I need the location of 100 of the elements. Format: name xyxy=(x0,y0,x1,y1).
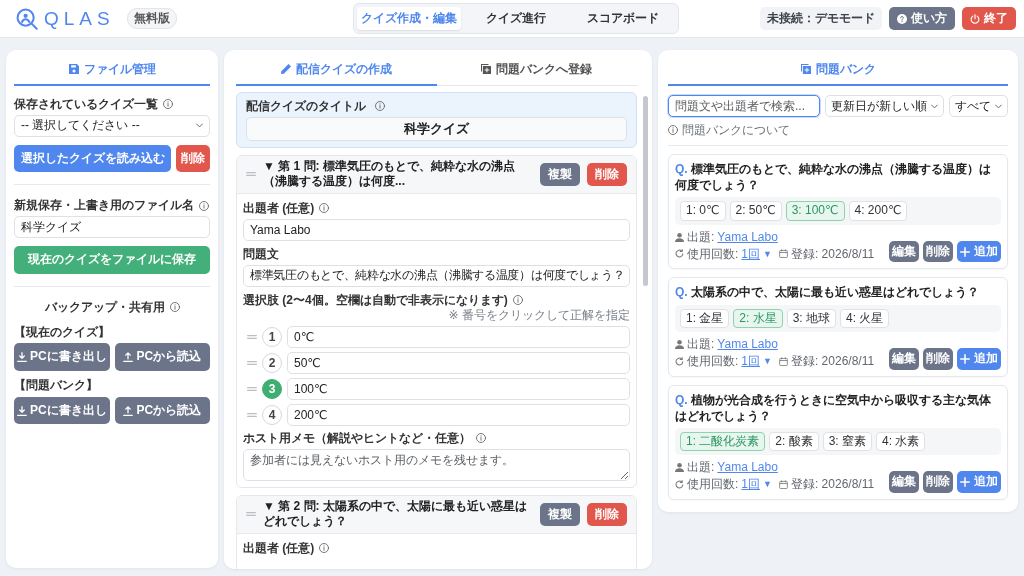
delete-button[interactable]: 削除 xyxy=(176,144,210,173)
author-label: 出題: xyxy=(687,228,715,246)
person-icon xyxy=(675,232,684,242)
usage-dropdown-caret[interactable]: ▼ xyxy=(763,247,772,261)
usage-dropdown-caret[interactable]: ▼ xyxy=(763,354,772,368)
registered-date: 登録: 2026/8/11 xyxy=(790,245,875,263)
person-icon xyxy=(675,463,684,473)
editor-tab[interactable]: 配信クイズの作成 xyxy=(236,60,437,86)
mode-tab[interactable]: クイズ進行 xyxy=(464,6,568,31)
question-bank-tab[interactable]: 問題バンク xyxy=(668,60,1008,86)
add-button[interactable]: 追加 xyxy=(957,471,1001,493)
duplicate-button[interactable]: 複製 xyxy=(540,162,580,187)
refresh-icon xyxy=(675,480,684,489)
choice-chip: 1: 金星 xyxy=(680,308,730,328)
author-input[interactable]: Yama Labo xyxy=(243,218,630,241)
chevron-down-icon xyxy=(196,123,203,129)
edit-button[interactable]: 編集 xyxy=(889,240,919,263)
author-link[interactable]: Yama Labo xyxy=(717,228,778,246)
bank-question: Q. 植物が光合成を行うときに空気中から吸収する主な気体はどれでしょう？ xyxy=(675,391,992,424)
registered-date: 登録: 2026/8/11 xyxy=(790,352,875,370)
bank-question: Q. 標準気圧のもとで、純粋な水の沸点（沸騰する温度）は何度でしょう？ xyxy=(675,161,992,194)
exit-button[interactable]: 終了 xyxy=(962,6,1016,31)
edit-button[interactable]: 編集 xyxy=(889,347,919,370)
field-label: 問題文 xyxy=(243,245,279,263)
add-button[interactable]: 追加 xyxy=(957,347,1001,370)
quiz-select[interactable]: -- 選択してください -- xyxy=(14,114,210,137)
chevron-down-icon xyxy=(931,103,938,109)
field-label: 出題者 (任意) xyxy=(243,539,315,557)
field-label: 配信クイズのタイトル xyxy=(246,98,366,115)
choice-chip: 1: 0℃ xyxy=(680,201,726,221)
usage-count-link[interactable]: 1回 xyxy=(741,352,761,370)
author-link[interactable]: Yama Labo xyxy=(717,459,778,477)
question-text-input[interactable]: 標準気圧のもとで、純粋な水の沸点（沸騰する温度）は何度でしょう？ xyxy=(243,264,630,287)
mode-tab[interactable]: スコアボード xyxy=(571,6,675,31)
usage-count-link[interactable]: 1回 xyxy=(741,245,761,263)
delete-button[interactable]: 削除 xyxy=(587,162,627,187)
save-to-file-button[interactable]: 現在のクイズをファイルに保存 xyxy=(14,246,210,274)
filter-select[interactable]: すべて xyxy=(949,95,1008,117)
drag-handle-icon[interactable] xyxy=(246,512,256,517)
drag-handle-icon[interactable] xyxy=(247,334,257,339)
question-title[interactable]: ▼ 第 1 問: 標準気圧のもとで、純粋な水の沸点（沸騰する温度）は何度... xyxy=(263,158,533,190)
choice-number-button[interactable]: 2 xyxy=(262,352,282,373)
choice-chip: 2: 水星 xyxy=(733,308,783,328)
calendar-icon xyxy=(778,356,788,366)
mode-tab[interactable]: クイズ作成・編集 xyxy=(357,6,461,31)
search-input[interactable]: 問題文や出題者で検索... xyxy=(668,95,820,117)
delete-button[interactable]: 削除 xyxy=(923,240,953,263)
question-title[interactable]: ▼ 第 2 問: 太陽系の中で、太陽に最も近い惑星はどれでしょう？ xyxy=(263,498,533,530)
choice-chip: 3: 地球 xyxy=(786,308,837,328)
edit-button[interactable]: 編集 xyxy=(889,471,919,493)
editor-tab[interactable]: 問題バンクへ登録 xyxy=(436,60,637,86)
choice-chip: 1: 二酸化炭素 xyxy=(680,431,766,452)
choice-input[interactable]: 100℃ xyxy=(287,377,630,400)
choice-input[interactable]: 0℃ xyxy=(287,325,630,348)
filename-input[interactable]: 科学クイズ xyxy=(14,216,210,239)
drag-handle-icon[interactable] xyxy=(247,412,257,417)
chevron-down-icon xyxy=(995,103,1002,109)
field-label: ホスト用メモ（解説やヒントなど・任意） xyxy=(243,429,471,447)
refresh-icon xyxy=(675,356,684,366)
section-label: 【現在のクイズ】 xyxy=(14,323,111,341)
add-button[interactable]: 追加 xyxy=(957,240,1001,263)
calendar-icon xyxy=(778,249,788,259)
choice-input[interactable]: 50℃ xyxy=(287,351,630,374)
magnifier-logo-icon xyxy=(16,7,38,30)
usage-label: 使用回数: xyxy=(687,352,739,370)
delete-button[interactable]: 削除 xyxy=(587,502,627,527)
author-label: 出題: xyxy=(687,335,715,353)
drag-handle-icon[interactable] xyxy=(246,172,256,177)
usage-count-link[interactable]: 1回 xyxy=(741,476,761,493)
author-link[interactable]: Yama Labo xyxy=(717,335,778,353)
choice-number-button[interactable]: 1 xyxy=(262,326,282,347)
memo-textarea[interactable]: 参加者には見えないホスト用のメモを残せます。 xyxy=(243,448,630,481)
choice-number-button[interactable]: 4 xyxy=(262,404,282,425)
scrollbar-thumb[interactable] xyxy=(643,96,648,286)
choice-chip: 4: 200℃ xyxy=(848,201,908,221)
plan-badge: 無料版 xyxy=(126,8,177,29)
help-button[interactable]: 使い方 xyxy=(889,6,955,31)
drag-handle-icon[interactable] xyxy=(247,386,257,391)
delete-button[interactable]: 削除 xyxy=(923,347,953,370)
load-quiz-button[interactable]: 選択したクイズを読み込む xyxy=(14,144,171,173)
import-from-pc-button[interactable]: PCから読込 xyxy=(114,343,210,371)
choice-number-button[interactable]: 3 xyxy=(262,378,282,399)
upload-icon xyxy=(123,352,134,363)
info-icon xyxy=(199,200,209,211)
info-icon xyxy=(319,543,330,554)
sort-select[interactable]: 更新日が新しい順 xyxy=(825,95,944,117)
export-to-pc-button[interactable]: PCに書き出し xyxy=(14,343,110,371)
logo-text: QLAS xyxy=(44,9,115,28)
quiz-title-input[interactable]: 科学クイズ xyxy=(246,116,627,141)
about-link[interactable]: 問題バンクについて xyxy=(682,121,790,139)
import-from-pc-button[interactable]: PCから読込 xyxy=(114,396,210,425)
choice-chip: 4: 水素 xyxy=(876,431,926,452)
file-tab[interactable]: ファイル管理 xyxy=(14,60,210,86)
duplicate-button[interactable]: 複製 xyxy=(540,502,580,527)
drag-handle-icon[interactable] xyxy=(247,360,257,365)
choice-input[interactable]: 200℃ xyxy=(287,403,630,426)
collection-plus-icon xyxy=(481,64,492,74)
usage-dropdown-caret[interactable]: ▼ xyxy=(763,478,772,491)
export-to-pc-button[interactable]: PCに書き出し xyxy=(14,396,110,425)
delete-button[interactable]: 削除 xyxy=(923,471,953,493)
